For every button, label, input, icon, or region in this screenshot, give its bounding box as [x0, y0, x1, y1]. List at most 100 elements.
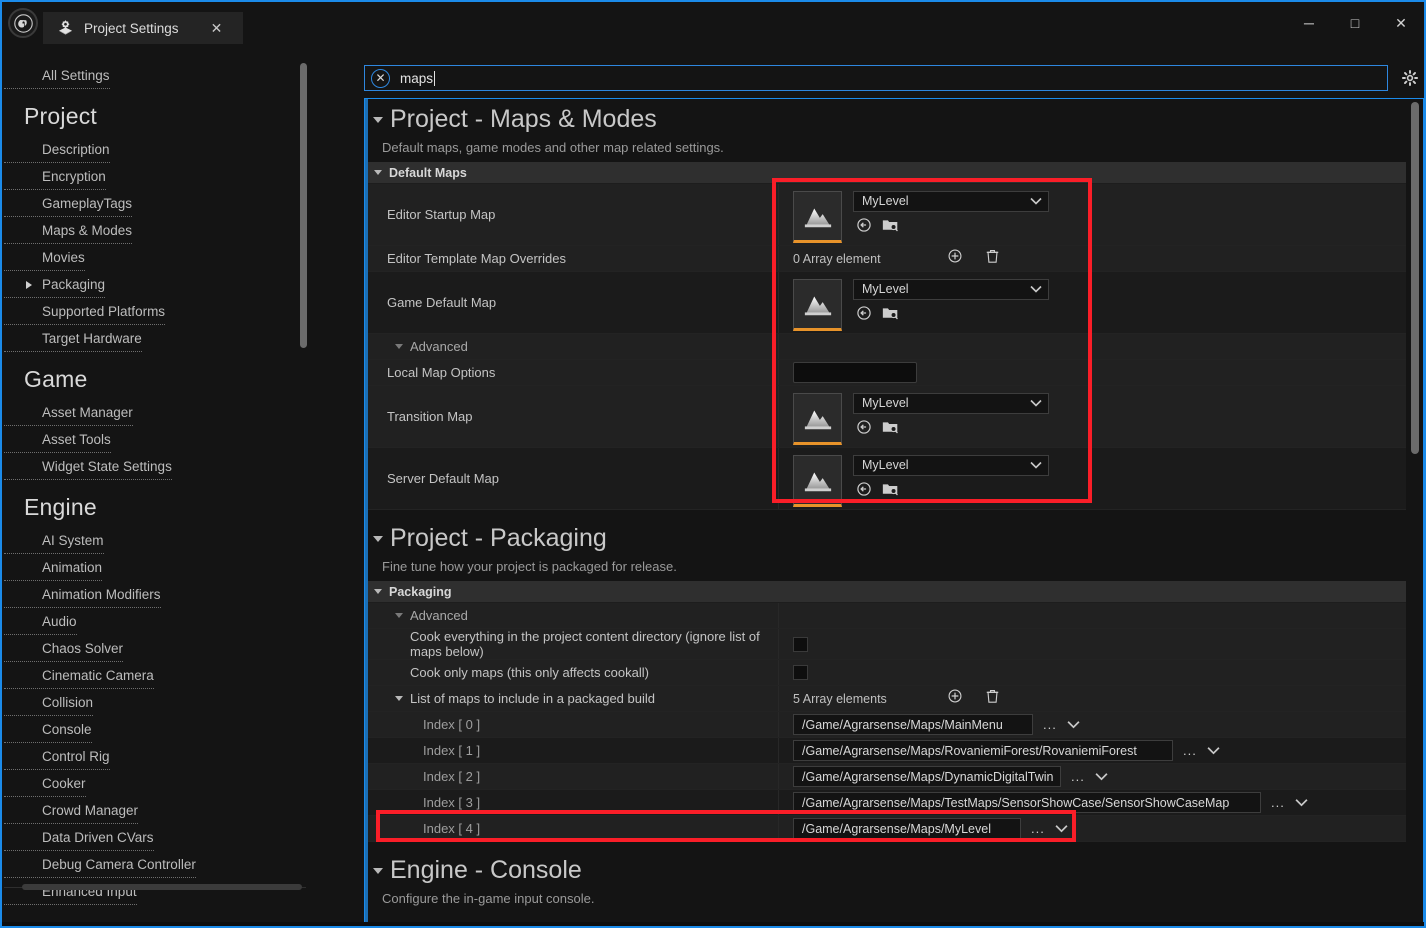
sidebar-item-label[interactable]: Supported Platforms: [4, 298, 166, 325]
sidebar-item-label[interactable]: Collision: [4, 689, 94, 716]
sidebar-item-enhanced-input[interactable]: Enhanced Input: [4, 878, 312, 905]
sidebar-item-label[interactable]: Control Rig: [4, 743, 110, 770]
level-thumbnail-icon[interactable]: [793, 392, 842, 445]
tab-project-settings[interactable]: Project Settings ✕: [43, 12, 243, 44]
sidebar-item-all-settings[interactable]: All Settings: [4, 62, 110, 89]
sidebar-item-label[interactable]: Animation: [4, 554, 103, 581]
add-element-icon[interactable]: [947, 248, 963, 269]
sidebar-item-enhanced-input-editor-only[interactable]: Enhanced Input (Editor Only): [4, 905, 312, 910]
sidebar-item-maps-modes[interactable]: Maps & Modes: [4, 217, 312, 244]
sidebar-item-label[interactable]: Asset Tools: [4, 426, 111, 453]
sidebar-item-widget-state-settings[interactable]: Widget State Settings: [4, 453, 312, 480]
row-advanced-maps[interactable]: Advanced: [365, 334, 1406, 360]
sidebar-item-asset-tools[interactable]: Asset Tools: [4, 426, 312, 453]
section-header-maps-and-modes[interactable]: Project - Maps & Modes: [365, 99, 1406, 136]
level-thumbnail-icon[interactable]: [793, 278, 842, 331]
browse-path-icon[interactable]: ...: [1043, 717, 1057, 732]
sidebar-item-label[interactable]: Encryption: [4, 163, 106, 190]
map-path-input[interactable]: /Game/Agrarsense/Maps/RovaniemiForest/Ro…: [793, 740, 1173, 761]
sidebar-item-label[interactable]: Debug Camera Controller: [4, 851, 196, 878]
category-packaging[interactable]: Packaging: [365, 581, 1406, 603]
asset-combo-box[interactable]: MyLevel: [853, 454, 1049, 476]
sidebar-item-label[interactable]: Animation Modifiers: [4, 581, 161, 608]
close-window-button[interactable]: ✕: [1378, 6, 1424, 40]
map-path-input[interactable]: /Game/Agrarsense/Maps/MyLevel: [793, 818, 1021, 839]
sidebar-item-label[interactable]: Target Hardware: [4, 325, 142, 352]
section-header-packaging[interactable]: Project - Packaging: [365, 518, 1406, 555]
browse-to-asset-icon[interactable]: [882, 419, 899, 440]
sidebar-item-packaging[interactable]: Packaging: [4, 271, 312, 298]
sidebar-item-animation-modifiers[interactable]: Animation Modifiers: [4, 581, 312, 608]
chevron-right-icon[interactable]: [26, 280, 32, 289]
delete-all-elements-icon[interactable]: [985, 688, 1000, 709]
add-element-icon[interactable]: [947, 688, 963, 709]
sidebar-item-label[interactable]: Enhanced Input (Editor Only): [4, 905, 216, 910]
sidebar-item-label[interactable]: Chaos Solver: [4, 635, 124, 662]
sidebar-item-control-rig[interactable]: Control Rig: [4, 743, 312, 770]
sidebar-item-gameplaytags[interactable]: GameplayTags: [4, 190, 312, 217]
chevron-down-icon[interactable]: [1095, 768, 1108, 786]
sidebar-item-movies[interactable]: Movies: [4, 244, 312, 271]
sidebar-item-asset-manager[interactable]: Asset Manager: [4, 399, 312, 426]
sidebar-horizontal-scrollbar[interactable]: [22, 884, 302, 890]
sidebar-item-collision[interactable]: Collision: [4, 689, 312, 716]
sidebar-item-ai-system[interactable]: AI System: [4, 527, 312, 554]
sidebar-item-label[interactable]: Data Driven CVars: [4, 824, 154, 851]
level-thumbnail-icon[interactable]: [793, 190, 842, 243]
chevron-down-icon[interactable]: [1067, 716, 1080, 734]
browse-path-icon[interactable]: ...: [1183, 743, 1197, 758]
sidebar-item-audio[interactable]: Audio: [4, 608, 312, 635]
sidebar-item-cooker[interactable]: Cooker: [4, 770, 312, 797]
sidebar-item-data-driven-cvars[interactable]: Data Driven CVars: [4, 824, 312, 851]
sidebar-item-description[interactable]: Description: [4, 136, 312, 163]
browse-path-icon[interactable]: ...: [1071, 769, 1085, 784]
chevron-down-icon[interactable]: [1295, 794, 1308, 812]
sidebar-item-label[interactable]: Maps & Modes: [4, 217, 133, 244]
sidebar-item-label[interactable]: Cooker: [4, 770, 86, 797]
sidebar-item-label[interactable]: Asset Manager: [4, 399, 133, 426]
local-map-options-input[interactable]: [793, 362, 917, 383]
section-header-console[interactable]: Engine - Console: [365, 850, 1406, 887]
maximize-button[interactable]: □: [1332, 6, 1378, 40]
reset-to-default-icon[interactable]: [856, 481, 872, 502]
sidebar-item-label[interactable]: Enhanced Input: [4, 878, 137, 905]
map-path-input[interactable]: /Game/Agrarsense/Maps/TestMaps/SensorSho…: [793, 792, 1261, 813]
sidebar-scrollbar[interactable]: [300, 63, 307, 348]
sidebar-item-label[interactable]: AI System: [4, 527, 104, 554]
browse-to-asset-icon[interactable]: [882, 481, 899, 502]
sidebar-item-label[interactable]: Movies: [4, 244, 85, 271]
sidebar-item-label[interactable]: Description: [4, 136, 110, 163]
sidebar-item-label[interactable]: Crowd Manager: [4, 797, 139, 824]
browse-to-asset-icon[interactable]: [882, 305, 899, 326]
level-thumbnail-icon[interactable]: [793, 454, 842, 507]
sidebar-item-chaos-solver[interactable]: Chaos Solver: [4, 635, 312, 662]
close-tab-icon[interactable]: ✕: [207, 18, 227, 38]
map-path-input[interactable]: /Game/Agrarsense/Maps/MainMenu: [793, 714, 1033, 735]
sidebar-item-label[interactable]: Cinematic Camera: [4, 662, 154, 689]
details-scrollbar[interactable]: [1411, 102, 1419, 454]
search-input[interactable]: ✕ maps: [364, 65, 1388, 91]
sidebar-item-encryption[interactable]: Encryption: [4, 163, 312, 190]
row-advanced-packaging[interactable]: Advanced: [365, 603, 1406, 629]
gear-icon[interactable]: [1396, 64, 1424, 92]
reset-to-default-icon[interactable]: [856, 305, 872, 326]
sidebar-item-label[interactable]: GameplayTags: [4, 190, 133, 217]
asset-combo-box[interactable]: MyLevel: [853, 278, 1049, 300]
sidebar-item-label[interactable]: Packaging: [4, 271, 106, 298]
sidebar-item-animation[interactable]: Animation: [4, 554, 312, 581]
sidebar-item-console[interactable]: Console: [4, 716, 312, 743]
map-path-input[interactable]: /Game/Agrarsense/Maps/DynamicDigitalTwin: [793, 766, 1061, 787]
browse-to-asset-icon[interactable]: [882, 217, 899, 238]
reset-to-default-icon[interactable]: [856, 217, 872, 238]
sidebar-item-target-hardware[interactable]: Target Hardware: [4, 325, 312, 352]
asset-combo-box[interactable]: MyLevel: [853, 190, 1049, 212]
maps-list-toggle[interactable]: List of maps to include in a packaged bu…: [365, 686, 779, 711]
chevron-down-icon[interactable]: [1207, 742, 1220, 760]
browse-path-icon[interactable]: ...: [1031, 821, 1045, 836]
cook-everything-checkbox[interactable]: [793, 636, 808, 652]
advanced-toggle[interactable]: Advanced: [365, 603, 779, 628]
advanced-toggle[interactable]: Advanced: [365, 334, 779, 359]
chevron-down-icon[interactable]: [1055, 820, 1068, 838]
sidebar-item-cinematic-camera[interactable]: Cinematic Camera: [4, 662, 312, 689]
asset-combo-box[interactable]: MyLevel: [853, 392, 1049, 414]
